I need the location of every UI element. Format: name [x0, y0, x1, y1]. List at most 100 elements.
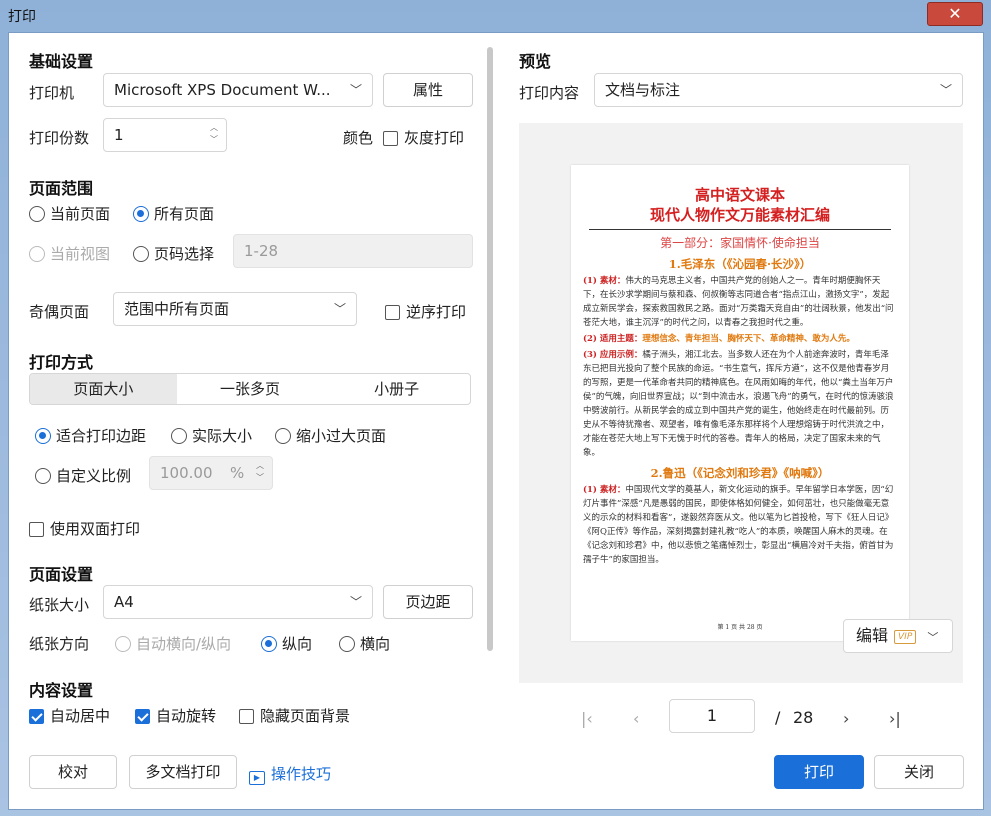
preview-area: 高中语文课本 现代人物作文万能素材汇编 第一部分：家国情怀·使命担当 1.毛泽东…	[519, 123, 963, 683]
auto-rotate-label: 自动旋转	[156, 707, 217, 725]
duplex-checkbox[interactable]: 使用双面打印	[29, 518, 140, 539]
edit-button[interactable]: 编辑 VIP ﹀	[843, 619, 953, 653]
content-setup-title: 内容设置	[29, 681, 94, 700]
shrink-large-label: 缩小过大页面	[296, 427, 387, 445]
doc-title-line2: 现代人物作文万能素材汇编	[649, 206, 830, 224]
page-number-input[interactable]: 1	[669, 699, 755, 733]
landscape-radio[interactable]: 横向	[339, 633, 390, 654]
tips-link[interactable]: ▶ 操作技巧	[249, 763, 331, 785]
custom-scale-unit: %	[230, 464, 245, 482]
doc-tag: (1) 素材：	[583, 276, 626, 286]
actual-size-radio[interactable]: 实际大小	[171, 425, 252, 446]
portrait-radio[interactable]: 纵向	[261, 633, 312, 654]
doc-part-heading: 第一部分：家国情怀·使命担当	[660, 236, 820, 250]
copies-stepper[interactable]: 1 ︿ ﹀	[103, 118, 227, 152]
first-page-icon[interactable]: |‹	[581, 709, 593, 728]
radio-icon	[115, 636, 131, 652]
page-range-input[interactable]: 1-28	[233, 234, 473, 268]
custom-scale-label: 自定义比例	[56, 467, 132, 485]
multi-doc-print-button[interactable]: 多文档打印	[129, 755, 237, 789]
odd-even-value: 范围中所有页面	[124, 300, 230, 318]
odd-even-select[interactable]: 范围中所有页面 ﹀	[113, 292, 357, 326]
auto-rotate-checkbox[interactable]: 自动旋转	[135, 705, 216, 726]
copies-label: 打印份数	[29, 129, 90, 147]
last-page-icon[interactable]: ›|	[889, 709, 901, 728]
margins-button[interactable]: 页边距	[383, 585, 473, 619]
page-select-radio[interactable]: 页码选择	[133, 243, 214, 264]
doc-paragraph: (2) 适用主题：理想信念、青年担当、胸怀天下、革命精神、敢为人先。	[583, 332, 897, 346]
doc-paragraph: (3) 应用示例：橘子洲头，湘江北去。当多数人还在为个人前途奔波时，青年毛泽东已…	[583, 348, 897, 460]
duplex-label: 使用双面打印	[50, 520, 141, 538]
close-button[interactable]: 关闭	[874, 755, 964, 789]
doc-title-line1: 高中语文课本	[694, 186, 785, 204]
printer-label: 打印机	[29, 84, 75, 102]
shrink-large-radio[interactable]: 缩小过大页面	[275, 425, 386, 446]
current-page-radio[interactable]: 当前页面	[29, 203, 110, 224]
doc-text: 橘子洲头，湘江北去。当多数人还在为个人前途奔波时，青年毛泽东已把目光投向了整个民…	[583, 350, 894, 458]
grayscale-checkbox[interactable]: 灰度打印	[383, 127, 464, 148]
print-button[interactable]: 打印	[774, 755, 864, 789]
doc-paragraph: (1) 素材：中国现代文学的奠基人，新文化运动的旗手。早年留学日本学医，因“幻灯…	[583, 483, 897, 567]
auto-center-checkbox[interactable]: 自动居中	[29, 705, 110, 726]
custom-scale-input[interactable]: 100.00 % ︿ ﹀	[149, 456, 273, 490]
doc-tag: (2) 适用主题：	[583, 334, 643, 344]
printer-value: Microsoft XPS Document W...	[114, 81, 331, 99]
current-view-label: 当前视图	[50, 245, 111, 263]
play-icon: ▶	[249, 771, 265, 785]
print-dialog: 基础设置 打印机 Microsoft XPS Document W... ﹀ 属…	[8, 32, 984, 810]
radio-icon	[275, 428, 291, 444]
chevron-down-icon: ﹀	[333, 302, 346, 316]
close-icon[interactable]: ✕	[927, 2, 983, 26]
reverse-checkbox[interactable]: 逆序打印	[385, 301, 466, 322]
page-select-label: 页码选择	[154, 245, 215, 263]
auto-orientation-radio: 自动横向/纵向	[115, 633, 231, 654]
chevron-down-icon: ﹀	[939, 83, 952, 97]
radio-icon	[133, 246, 149, 262]
hide-background-label: 隐藏页面背景	[260, 707, 351, 725]
auto-orientation-label: 自动横向/纵向	[136, 635, 232, 653]
doc-text: 伟大的马克思主义者，中国共产党的创始人之一。青年时期便胸怀天下，在长沙求学期间与…	[583, 276, 894, 328]
print-content-label: 打印内容	[519, 84, 580, 102]
orientation-label: 纸张方向	[29, 635, 90, 653]
color-label: 颜色	[343, 129, 374, 147]
custom-scale-radio[interactable]: 自定义比例	[35, 465, 131, 486]
radio-icon	[29, 206, 45, 222]
tab-page-size[interactable]: 页面大小	[30, 374, 177, 404]
radio-icon	[339, 636, 355, 652]
portrait-label: 纵向	[282, 635, 313, 653]
printer-select[interactable]: Microsoft XPS Document W... ﹀	[103, 73, 373, 107]
next-page-icon[interactable]: ›	[843, 709, 849, 728]
paper-size-label: 纸张大小	[29, 596, 90, 614]
edit-label: 编辑	[856, 626, 889, 645]
paper-size-select[interactable]: A4 ﹀	[103, 585, 373, 619]
vip-badge: VIP	[894, 630, 917, 644]
preview-title: 预览	[519, 52, 552, 71]
custom-scale-value: 100.00	[160, 464, 213, 482]
doc-section-heading: 1.毛泽东（《沁园春·长沙》）	[668, 257, 812, 271]
settings-scrollbar[interactable]	[487, 47, 493, 651]
prev-page-icon[interactable]: ‹	[633, 709, 639, 728]
window-title: 打印	[8, 9, 36, 25]
all-pages-label: 所有页面	[154, 205, 215, 223]
hide-background-checkbox[interactable]: 隐藏页面背景	[239, 705, 350, 726]
stepper-arrows-icon[interactable]: ︿ ﹀	[210, 122, 218, 146]
preview-page: 高中语文课本 现代人物作文万能素材汇编 第一部分：家国情怀·使命担当 1.毛泽东…	[571, 165, 909, 641]
chevron-down-icon: ﹀	[349, 83, 362, 97]
checkbox-checked-icon	[29, 709, 44, 724]
doc-text: 中国现代文学的奠基人，新文化运动的旗手。早年留学日本学医，因“幻灯片事件”深感“…	[583, 485, 894, 565]
basic-settings-title: 基础设置	[29, 52, 94, 71]
page-separator: /	[775, 708, 781, 727]
tab-multi-page[interactable]: 一张多页	[177, 374, 324, 404]
doc-text: 理想信念、青年担当、胸怀天下、革命精神、敢为人先。	[642, 334, 855, 344]
odd-even-label: 奇偶页面	[29, 303, 90, 321]
fit-margin-radio[interactable]: 适合打印边距	[35, 425, 146, 446]
auto-center-label: 自动居中	[50, 707, 111, 725]
tips-label: 操作技巧	[271, 765, 332, 783]
proof-button[interactable]: 校对	[29, 755, 117, 789]
checkbox-icon	[239, 709, 254, 724]
page-range-title: 页面范围	[29, 179, 94, 198]
all-pages-radio[interactable]: 所有页面	[133, 203, 214, 224]
print-content-select[interactable]: 文档与标注 ﹀	[594, 73, 963, 107]
properties-button[interactable]: 属性	[383, 73, 473, 107]
tab-booklet[interactable]: 小册子	[323, 374, 470, 404]
